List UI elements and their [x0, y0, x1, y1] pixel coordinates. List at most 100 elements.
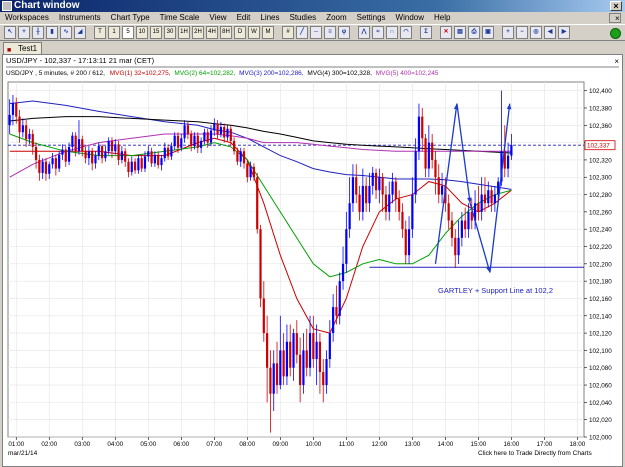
candle-body: [259, 229, 262, 299]
candle-body: [269, 367, 272, 394]
candle-body: [74, 135, 77, 152]
candle-body: [368, 185, 371, 204]
candle-body: [124, 151, 127, 162]
chart-background: [4, 67, 621, 447]
y-tick-label: 102,180: [589, 279, 612, 286]
candle-body: [77, 139, 81, 152]
candle-body: [315, 341, 318, 360]
trade-link[interactable]: Click here to Trade Directly from Charts: [478, 450, 593, 457]
chart-svg[interactable]: USD/JPY - 102,337 - 17:13:11 21 mar (CET…: [0, 0, 625, 467]
candle-body: [414, 151, 417, 195]
info-prefix: USD/JPY , 5 minutes, # 200 / 612,: [6, 70, 105, 77]
y-tick-label: 102,400: [589, 88, 612, 95]
candle-body: [427, 142, 430, 169]
candle-body: [176, 135, 180, 148]
candle-body: [295, 333, 298, 355]
x-tick-label: 01:00: [8, 441, 24, 448]
candle-body: [424, 138, 427, 169]
y-tick-label: 102,000: [589, 435, 612, 442]
candle-body: [239, 151, 242, 162]
y-tick-label: 102,020: [589, 417, 612, 424]
candle-body: [137, 158, 140, 171]
candle-body: [404, 229, 407, 256]
x-tick-label: 09:00: [272, 441, 288, 448]
candle-body: [196, 135, 199, 148]
candle-body: [460, 220, 463, 238]
candle-body: [279, 350, 282, 386]
candle-body: [335, 307, 338, 316]
candle-body: [266, 333, 269, 368]
candle-body: [434, 159, 437, 178]
candle-body: [292, 333, 295, 368]
candle-body: [107, 140, 110, 152]
candle-body: [157, 154, 160, 166]
candle-body: [398, 198, 401, 212]
date-label: mar/21/14: [8, 450, 38, 457]
candle-body: [332, 307, 335, 334]
candle-body: [236, 151, 239, 162]
candle-body: [163, 147, 166, 159]
x-tick-label: 11:00: [339, 441, 355, 448]
candle-body: [97, 146, 100, 156]
candle-body: [493, 194, 496, 204]
candle-body: [477, 203, 480, 212]
candle-body: [437, 177, 440, 195]
chart-header: USD/JPY - 102,337 - 17:13:11 21 mar (CET…: [6, 56, 155, 65]
candle-body: [302, 350, 305, 386]
x-tick-label: 15:00: [470, 441, 486, 448]
candle-body: [81, 139, 84, 152]
y-tick-label: 102,140: [589, 313, 612, 320]
candle-body: [252, 166, 256, 178]
candle-body: [150, 151, 153, 164]
candle-body: [322, 372, 325, 386]
candle-body: [193, 135, 196, 147]
candle-body: [147, 151, 150, 157]
y-tick-label: 102,320: [589, 157, 612, 164]
y-tick-label: 102,220: [589, 244, 612, 251]
y-tick-label: 102,080: [589, 365, 612, 372]
candle-body: [272, 363, 275, 394]
candle-body: [246, 163, 249, 178]
candle-body: [275, 363, 279, 386]
x-tick-label: 07:00: [206, 441, 222, 448]
candle-body: [67, 146, 71, 162]
candle-body: [48, 164, 51, 174]
candle-body: [394, 181, 397, 199]
legend-mvg3: MVG(3) 200=102,286,: [239, 70, 304, 77]
candle-body: [401, 211, 404, 230]
candle-body: [299, 354, 302, 386]
candle-body: [186, 125, 189, 134]
candle-body: [206, 132, 209, 143]
candle-body: [450, 220, 454, 238]
candle-body: [374, 172, 378, 191]
candle-body: [87, 151, 90, 159]
legend-mvg2: MVG(2) 64=102,282,: [174, 70, 235, 77]
gartley-annotation: GARTLEY + Support Line at 102,2: [438, 286, 553, 295]
candle-body: [233, 140, 236, 152]
candle-body: [31, 133, 34, 147]
candle-body: [44, 161, 48, 174]
candle-body: [358, 194, 361, 212]
candle-body: [160, 158, 163, 166]
candle-body: [381, 177, 384, 195]
candle-body: [355, 177, 358, 195]
candle-body: [454, 237, 457, 256]
y-tick-label: 102,160: [589, 296, 612, 303]
candle-body: [213, 123, 216, 131]
legend-mvg5: MVG(5) 400=102,245: [376, 70, 439, 77]
x-tick-label: 13:00: [404, 441, 420, 448]
candle-body: [440, 185, 444, 195]
candle-body: [140, 158, 143, 169]
candle-body: [371, 172, 374, 186]
x-tick-label: 04:00: [107, 441, 123, 448]
y-tick-label: 102,380: [589, 105, 612, 112]
candle-body: [71, 135, 74, 147]
candle-body: [21, 125, 24, 133]
y-tick-label: 102,040: [589, 400, 612, 407]
candle-body: [223, 127, 226, 138]
candle-body: [262, 298, 265, 334]
candle-body: [18, 116, 21, 133]
candle-body: [153, 154, 156, 164]
candle-body: [219, 127, 223, 134]
candle-body: [15, 102, 18, 117]
